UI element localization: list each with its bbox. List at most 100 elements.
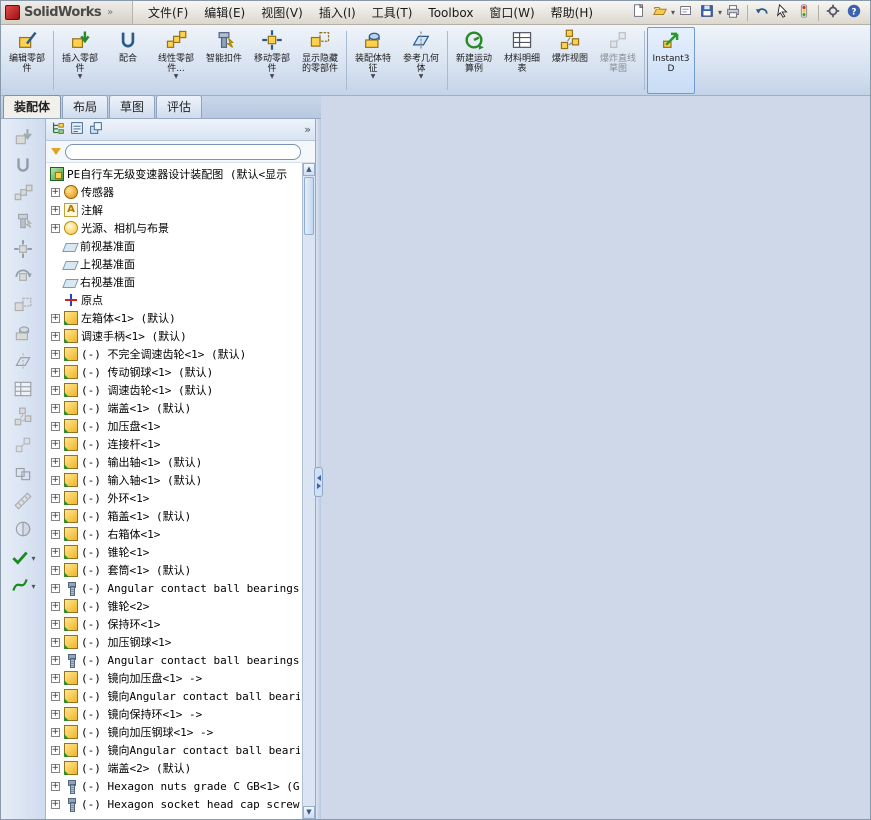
side-tool-mate[interactable] <box>6 153 40 180</box>
expand-icon[interactable] <box>50 781 60 791</box>
scroll-up-icon[interactable]: ▲ <box>303 163 315 176</box>
menu-视图[interactable]: 视图(V) <box>254 1 310 24</box>
toolbar-button-instant3d[interactable]: Instant3D <box>647 27 695 94</box>
panel-tab-configuration[interactable] <box>88 120 104 140</box>
save-button[interactable] <box>697 3 717 23</box>
select-pointer-button[interactable] <box>773 3 793 23</box>
expand-icon[interactable] <box>50 745 60 755</box>
new-document-button[interactable] <box>629 3 649 23</box>
toolbar-button-explode-sketch[interactable]: 爆炸直线草图 <box>594 27 642 94</box>
expand-icon[interactable] <box>50 763 60 773</box>
toolbar-button-show-hidden[interactable]: 显示隐藏的零部件 <box>296 27 344 94</box>
tree-item[interactable]: 原点 <box>49 291 300 309</box>
expand-icon[interactable] <box>50 691 60 701</box>
tree-item[interactable]: 传感器 <box>49 183 300 201</box>
tree-item[interactable]: (-) 调速齿轮<1> (默认) <box>49 381 300 399</box>
tree-item[interactable]: 左箱体<1> (默认) <box>49 309 300 327</box>
side-tool-exploded-view[interactable] <box>6 405 40 432</box>
tree-item[interactable]: (-) 加压钢球<1> <box>49 633 300 651</box>
expand-icon[interactable] <box>50 367 60 377</box>
scroll-thumb[interactable] <box>304 177 314 235</box>
expand-icon[interactable] <box>50 313 60 323</box>
side-tool-smart-fasteners[interactable] <box>6 209 40 236</box>
menu-窗口[interactable]: 窗口(W) <box>482 1 541 24</box>
menu-工具[interactable]: 工具(T) <box>365 1 420 24</box>
print-button[interactable] <box>723 3 743 23</box>
tree-item[interactable]: (-) Angular contact ball bearings GB <box>49 579 300 597</box>
side-tool-linear-pattern[interactable] <box>6 181 40 208</box>
side-tool-move-component[interactable] <box>6 237 40 264</box>
tree-item[interactable]: (-) 镜向Angular contact ball bearing <box>49 741 300 759</box>
tree-item[interactable]: (-) 镜向加压钢球<1> -> <box>49 723 300 741</box>
rebuild-button[interactable] <box>794 3 814 23</box>
toolbar-button-assembly-features[interactable]: 装配体特征 ▼ <box>349 27 397 94</box>
toolbar-button-edit-component[interactable]: 编辑零部件 <box>3 27 51 94</box>
side-tool-section-view[interactable] <box>6 517 40 544</box>
toolbar-button-smart-fasteners[interactable]: 智能扣件 <box>200 27 248 94</box>
undo-button[interactable] <box>752 3 772 23</box>
side-tool-measure[interactable] <box>6 489 40 516</box>
expand-icon[interactable] <box>50 529 60 539</box>
expand-icon[interactable] <box>50 727 60 737</box>
tree-item[interactable]: (-) 连接杆<1> <box>49 435 300 453</box>
tree-item[interactable]: 注解 <box>49 201 300 219</box>
toolbar-button-linear-pattern[interactable]: 线性零部件... ▼ <box>152 27 200 94</box>
expand-icon[interactable] <box>50 205 60 215</box>
tree-item[interactable]: 调速手柄<1> (默认) <box>49 327 300 345</box>
tab-评估[interactable]: 评估 <box>156 95 203 118</box>
menu-编辑[interactable]: 编辑(E) <box>197 1 252 24</box>
expand-icon[interactable] <box>50 565 60 575</box>
panel-overflow-chevron[interactable]: » <box>304 123 311 136</box>
dropdown-icon[interactable]: ▾ <box>718 8 722 17</box>
side-tool-show-hidden[interactable] <box>6 293 40 320</box>
tree-item[interactable]: (-) 端盖<1> (默认) <box>49 399 300 417</box>
expand-icon[interactable] <box>50 421 60 431</box>
tree-item[interactable]: (-) 外环<1> <box>49 489 300 507</box>
expand-icon[interactable] <box>50 511 60 521</box>
panel-tab-property-manager[interactable] <box>69 120 85 140</box>
side-tool-rotate-component[interactable] <box>6 265 40 292</box>
side-tool-spline[interactable]: ▾ <box>6 573 40 600</box>
side-tool-assembly-features[interactable] <box>6 321 40 348</box>
tree-filter-input[interactable] <box>65 143 301 160</box>
tree-item[interactable]: 上视基准面 <box>49 255 300 273</box>
menu-文件[interactable]: 文件(F) <box>141 1 195 24</box>
tree-item[interactable]: 右视基准面 <box>49 273 300 291</box>
dropdown-icon[interactable]: ▼ <box>371 74 376 80</box>
expand-icon[interactable] <box>50 349 60 359</box>
expand-icon[interactable] <box>50 673 60 683</box>
expand-icon[interactable] <box>50 403 60 413</box>
tree-item[interactable]: (-) 输入轴<1> (默认) <box>49 471 300 489</box>
tree-item[interactable]: (-) Angular contact ball bearings GB <box>49 651 300 669</box>
splitter-handle-icon[interactable] <box>314 467 323 497</box>
expand-icon[interactable] <box>50 655 60 665</box>
expand-icon[interactable] <box>50 493 60 503</box>
tree-item[interactable]: (-) 保持环<1> <box>49 615 300 633</box>
expand-icon[interactable] <box>50 637 60 647</box>
toolbar-button-reference-geometry[interactable]: 参考几何体 ▼ <box>397 27 445 94</box>
tree-item[interactable]: (-) 端盖<2> (默认) <box>49 759 300 777</box>
expand-icon[interactable] <box>50 475 60 485</box>
make-drawing-button[interactable] <box>676 3 696 23</box>
tree-item[interactable]: 光源、相机与布景 <box>49 219 300 237</box>
tree-item[interactable]: (-) 锥轮<1> <box>49 543 300 561</box>
toolbar-button-exploded-view[interactable]: 爆炸视图 <box>546 27 594 94</box>
expand-icon[interactable] <box>50 799 60 809</box>
tree-item[interactable]: (-) 镜向Angular contact ball bearing <box>49 687 300 705</box>
tree-item[interactable]: 前视基准面 <box>49 237 300 255</box>
tree-item[interactable]: (-) 锥轮<2> <box>49 597 300 615</box>
expand-icon[interactable] <box>50 457 60 467</box>
menu-Toolbox[interactable]: Toolbox <box>421 3 480 23</box>
tab-草图[interactable]: 草图 <box>109 95 156 118</box>
expand-icon[interactable] <box>50 547 60 557</box>
tab-装配体[interactable]: 装配体 <box>3 95 62 118</box>
menu-插入[interactable]: 插入(I) <box>312 1 363 24</box>
toolbar-button-mate[interactable]: 配合 <box>104 27 152 94</box>
dropdown-icon[interactable]: ▾ <box>671 8 675 17</box>
scroll-down-icon[interactable]: ▼ <box>303 806 315 819</box>
expand-icon[interactable] <box>50 187 60 197</box>
expand-icon[interactable] <box>50 601 60 611</box>
open-button[interactable] <box>650 3 670 23</box>
expand-icon[interactable] <box>50 439 60 449</box>
expand-icon[interactable] <box>50 583 60 593</box>
